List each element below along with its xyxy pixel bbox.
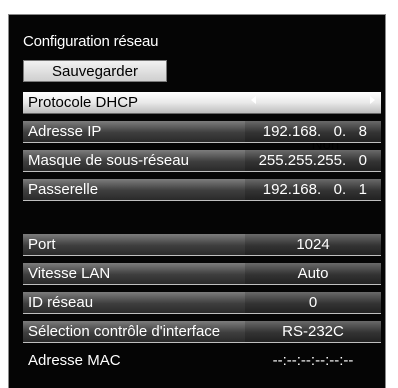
interface-control-value[interactable]: RS-232C <box>245 321 381 343</box>
lan-speed-label: Vitesse LAN <box>23 263 245 285</box>
gateway-label: Passerelle <box>23 179 245 201</box>
interface-control-row[interactable]: Sélection contrôle d'interface RS-232C <box>23 321 381 343</box>
network-id-value[interactable]: 0 <box>245 292 381 314</box>
arrow-left-icon[interactable] <box>251 96 256 104</box>
subnet-mask-row[interactable]: Masque de sous-réseau 255.255.255. 0 <box>23 150 381 172</box>
gateway-row[interactable]: Passerelle 192.168. 0. 1 <box>23 179 381 201</box>
save-button[interactable]: Sauvegarder <box>23 60 167 82</box>
mac-address-label: Adresse MAC <box>23 350 245 372</box>
network-id-row[interactable]: ID réseau 0 <box>23 292 381 314</box>
port-value[interactable]: 1024 <box>245 234 381 256</box>
lan-speed-row[interactable]: Vitesse LAN Auto <box>23 263 381 285</box>
mac-address-value: --:--:--:--:--:-- <box>245 350 381 372</box>
port-label: Port <box>23 234 245 256</box>
mac-address-row: Adresse MAC --:--:--:--:--:-- <box>23 350 381 372</box>
dhcp-row[interactable]: Protocole DHCP Non <box>23 92 381 153</box>
subnet-mask-label: Masque de sous-réseau <box>23 150 245 172</box>
lan-speed-value[interactable]: Auto <box>245 263 381 285</box>
arrow-right-icon[interactable] <box>370 96 375 104</box>
indicator-line <box>386 185 398 187</box>
subnet-mask-value[interactable]: 255.255.255. 0 <box>245 150 381 172</box>
dhcp-label: Protocole DHCP <box>23 92 245 114</box>
ip-address-value[interactable]: 192.168. 0. 8 <box>245 121 381 143</box>
interface-control-label: Sélection contrôle d'interface <box>23 321 245 343</box>
dhcp-value-selector[interactable]: Non <box>245 92 381 153</box>
ip-address-label: Adresse IP <box>23 121 245 143</box>
gateway-value[interactable]: 192.168. 0. 1 <box>245 179 381 201</box>
panel-title: Configuration réseau <box>23 33 159 50</box>
ip-address-row[interactable]: Adresse IP 192.168. 0. 8 <box>23 121 381 143</box>
indicator-line <box>386 98 398 100</box>
port-row[interactable]: Port 1024 <box>23 234 381 256</box>
network-id-label: ID réseau <box>23 292 245 314</box>
indicator-line <box>386 127 398 129</box>
network-settings-panel: Configuration réseau Sauvegarder Protoco… <box>8 14 386 388</box>
indicator-line <box>386 240 398 242</box>
